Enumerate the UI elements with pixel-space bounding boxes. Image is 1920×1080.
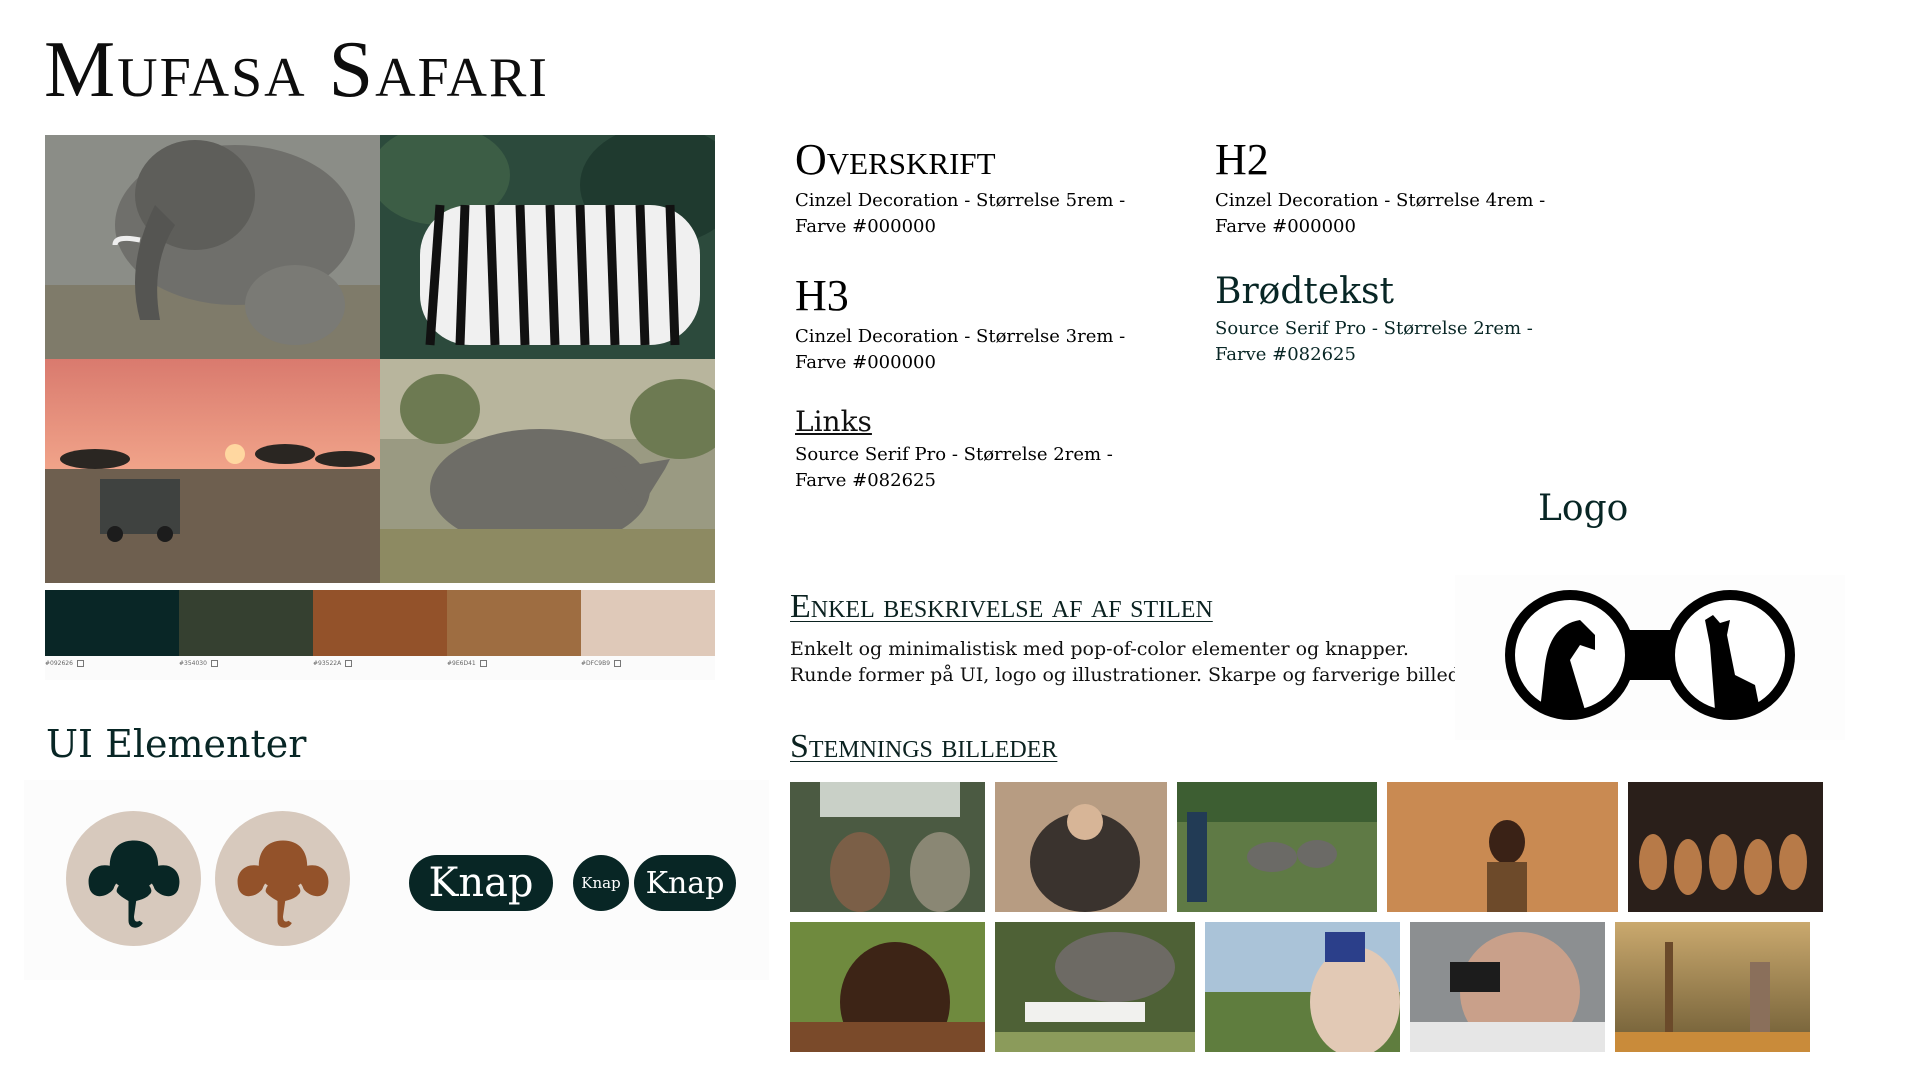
type-h2: H2 Cinzel Decoration - Størrelse 4rem - … — [1215, 138, 1555, 240]
copy-icon[interactable] — [614, 660, 622, 667]
mood-image-elephants-field — [1177, 782, 1377, 912]
swatch-code-1: #092626 — [45, 656, 179, 680]
swatch-code-5: #DFC9B9 — [581, 656, 715, 680]
mood-heading: Stemnings billeder — [790, 728, 1058, 765]
swatch-5 — [581, 590, 715, 656]
type-h1: Overskrift Cinzel Decoration - Størrelse… — [795, 138, 1135, 240]
type-h3-desc: Cinzel Decoration - Størrelse 3rem - Far… — [795, 326, 1126, 373]
style-description: Enkelt og minimalistisk med pop-of-color… — [790, 636, 1490, 688]
ui-heading: UI Elementer — [46, 722, 307, 766]
type-links-sample[interactable]: Links — [795, 405, 872, 438]
mood-image-girl — [790, 922, 985, 1052]
style-line-1: Enkelt og minimalistisk med pop-of-color… — [790, 638, 1409, 660]
logo-label: Logo — [1538, 488, 1629, 529]
mood-image-child — [1387, 782, 1618, 912]
copy-icon[interactable] — [76, 660, 84, 667]
swatch-1 — [45, 590, 179, 656]
copy-icon[interactable] — [479, 660, 487, 667]
swatch-code-4: #9E6D41 — [447, 656, 581, 680]
mood-image-jeep — [790, 782, 985, 912]
type-body-sample: Brødtekst — [1215, 271, 1394, 312]
type-h3-sample: H3 — [795, 271, 849, 320]
sunset-safari-photo — [45, 359, 380, 583]
swatch-code-2: #354030 — [179, 656, 313, 680]
elephant-icon — [237, 840, 328, 928]
binoculars-logo-icon — [1505, 590, 1795, 720]
photo-collage — [45, 135, 715, 583]
type-h1-desc: Cinzel Decoration - Størrelse 5rem - Far… — [795, 190, 1126, 237]
elephant-icon-dark[interactable] — [66, 811, 201, 946]
mood-image-giraffe — [1615, 922, 1810, 1052]
button-medium[interactable]: Knap — [634, 855, 736, 911]
zebra-photo — [380, 135, 715, 359]
swatch-3 — [313, 590, 447, 656]
mood-image-phone — [1205, 922, 1400, 1052]
style-heading: Enkel beskrivelse af af stilen — [790, 588, 1213, 625]
swatch-4 — [447, 590, 581, 656]
type-body: Brødtekst Source Serif Pro - Størrelse 2… — [1215, 274, 1555, 368]
type-links-desc: Source Serif Pro - Størrelse 2rem - Farv… — [795, 444, 1113, 491]
page-title: Mufasa Safari — [44, 26, 549, 114]
type-body-desc: Source Serif Pro - Størrelse 2rem - Farv… — [1215, 318, 1533, 365]
type-h2-desc: Cinzel Decoration - Størrelse 4rem - Far… — [1215, 190, 1546, 237]
rhino-photo — [380, 359, 715, 583]
type-h1-sample: Overskrift — [795, 135, 996, 184]
swatch-2 — [179, 590, 313, 656]
copy-icon[interactable] — [345, 660, 353, 667]
button-small[interactable]: Knap — [573, 855, 629, 911]
elephant-icon — [88, 840, 179, 928]
elephant-icon-brown[interactable] — [215, 811, 350, 946]
mood-image-dining-elephants — [995, 922, 1195, 1052]
type-links: Links Source Serif Pro - Størrelse 2rem … — [795, 408, 1135, 494]
mood-image-camera — [995, 782, 1167, 912]
button-large[interactable]: Knap — [409, 855, 553, 911]
copy-icon[interactable] — [210, 660, 218, 667]
color-palette: #092626 #354030 #93522A #9E6D41 #DFC9B9 — [45, 590, 715, 680]
type-h3: H3 Cinzel Decoration - Størrelse 3rem - … — [795, 274, 1135, 376]
mood-image-binoculars — [1410, 922, 1605, 1052]
logo-container — [1455, 575, 1845, 740]
style-line-2: Runde former på UI, logo og illustration… — [790, 664, 1485, 686]
mood-image-crafts — [1628, 782, 1823, 912]
swatch-code-3: #93522A — [313, 656, 447, 680]
type-h2-sample: H2 — [1215, 135, 1269, 184]
elephant-photo — [45, 135, 380, 359]
